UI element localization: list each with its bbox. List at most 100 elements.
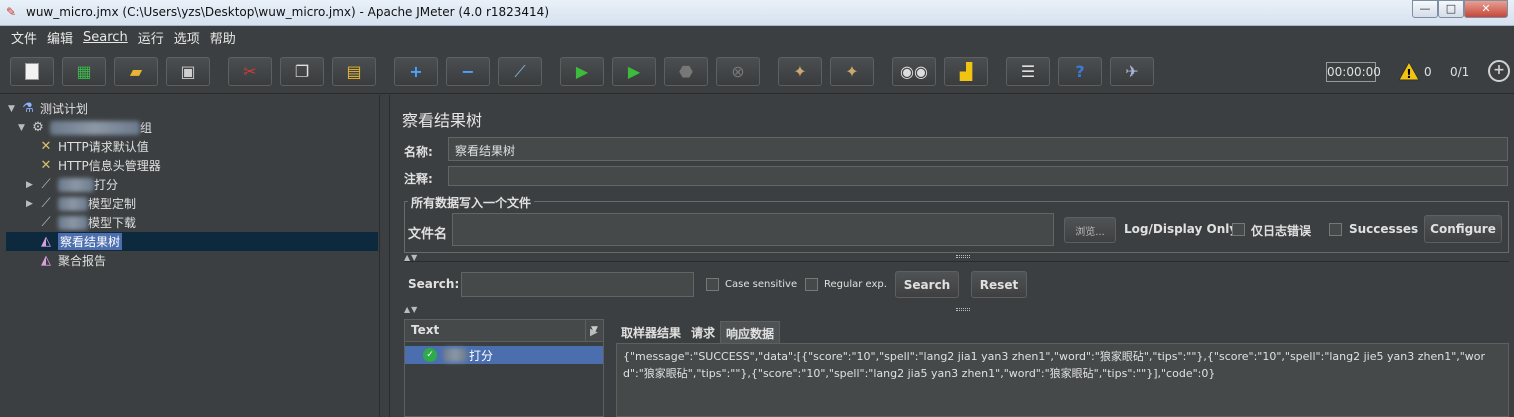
menu-run[interactable]: 运行 <box>133 28 169 47</box>
menu-search[interactable]: Search <box>78 30 133 45</box>
wrench-icon: ✕ <box>40 157 52 173</box>
reset-search-button[interactable]: ▟ <box>944 57 988 86</box>
tree-node-thread-group[interactable]: ▼ ⚙ 组 <box>18 118 152 137</box>
search-button-toolbar[interactable]: ◉◉ <box>892 57 936 86</box>
shutdown-button[interactable]: ⊗ <box>716 57 760 86</box>
active-threads: 0/1 <box>1450 65 1470 79</box>
menu-edit[interactable]: 编辑 <box>42 28 78 47</box>
test-plan-tree: ▼ ⚗ 测试计划 ▼ ⚙ 组 ✕ HTTP请求默认值 ✕ HTTP信息头管理器 … <box>0 95 380 417</box>
svg-text:!: ! <box>1406 67 1411 81</box>
redacted-text <box>58 215 88 230</box>
tree-node-sampler-model-download[interactable]: ⟋ 模型下载 <box>38 213 136 232</box>
collapse-left-icon[interactable]: ▶ <box>590 327 598 338</box>
tree-node-sampler-score[interactable]: ▶ ⟋ 打分 <box>26 175 118 194</box>
tab-sampler-result[interactable]: 取样器结果 <box>616 321 686 343</box>
function-helper-button[interactable]: ☰ <box>1006 57 1050 86</box>
resize-handle-icon[interactable] <box>956 255 970 258</box>
jmeter-feather-icon: ✎ <box>6 5 17 19</box>
collapsed-arrow-icon[interactable]: ▶ <box>26 180 38 190</box>
warning-icon[interactable]: ! <box>1398 60 1420 82</box>
sample-results-list: Text ▼ ✓ 打分 <box>404 319 604 417</box>
toggle-button[interactable]: ⟋ <box>498 57 542 86</box>
expand-arrow-icon[interactable]: ▼ <box>8 104 20 114</box>
start-button[interactable]: ▶ <box>560 57 604 86</box>
renderer-value: Text <box>411 323 440 337</box>
tree-node-http-defaults[interactable]: ✕ HTTP请求默认值 <box>38 137 149 156</box>
errors-only-checkbox[interactable] <box>1232 223 1245 236</box>
collapse-all-button[interactable]: − <box>446 57 490 86</box>
name-label: 名称: <box>404 145 433 159</box>
response-data-text[interactable]: {"message":"SUCCESS","data":[{"score":"1… <box>616 343 1509 417</box>
tree-node-test-plan[interactable]: ▼ ⚗ 测试计划 <box>8 99 88 118</box>
clear-all-button[interactable]: ✦ <box>830 57 874 86</box>
cut-button[interactable]: ✂ <box>228 57 272 86</box>
regex-checkbox[interactable] <box>805 278 818 291</box>
clear-button[interactable]: ✦ <box>778 57 822 86</box>
tree-node-sampler-model-custom[interactable]: ▶ ⟋ 模型定制 <box>26 194 136 213</box>
menu-file[interactable]: 文件 <box>6 28 42 47</box>
start-icon: ▶ <box>575 61 589 81</box>
minimize-button[interactable]: — <box>1412 0 1438 18</box>
tab-response-data[interactable]: 响应数据 <box>720 321 781 343</box>
case-sensitive-checkbox[interactable] <box>706 278 719 291</box>
sample-result-row[interactable]: ✓ 打分 <box>405 346 603 364</box>
tab-request[interactable]: 请求 <box>686 321 720 343</box>
tree-node-label: 打分 <box>94 178 119 192</box>
expand-icon: + <box>409 61 423 81</box>
panel-splitter[interactable] <box>381 95 390 417</box>
collapsed-arrow-icon[interactable]: ▶ <box>26 199 38 209</box>
renderer-select[interactable]: Text ▼ <box>405 320 603 342</box>
pipette-icon: ⟋ <box>41 176 51 192</box>
remote-button[interactable]: ✈ <box>1110 57 1154 86</box>
close-button[interactable]: ✕ <box>1464 0 1508 18</box>
tree-node-view-results-tree[interactable]: ◭ 察看结果树 <box>6 232 378 251</box>
name-field[interactable]: 察看结果树 <box>448 137 1508 161</box>
window-title: wuw_micro.jmx (C:\Users\yzs\Desktop\wuw_… <box>26 5 549 19</box>
browse-button[interactable]: 浏览... <box>1064 217 1116 243</box>
file-name-field[interactable] <box>452 213 1054 246</box>
warning-count: 0 <box>1424 65 1432 79</box>
copy-button[interactable]: ❐ <box>280 57 324 86</box>
shutdown-icon: ⊗ <box>731 61 745 81</box>
search-icon: ◉◉ <box>900 61 928 81</box>
new-button[interactable] <box>10 57 54 86</box>
stop-button[interactable]: ⬣ <box>664 57 708 86</box>
paste-icon: ▤ <box>346 61 362 81</box>
start-no-pauses-button[interactable]: ▶ <box>612 57 656 86</box>
write-to-file-legend: 所有数据写入一个文件 <box>408 194 535 211</box>
resize-handle-icon[interactable] <box>956 308 970 311</box>
tree-node-label: HTTP请求默认值 <box>58 140 149 154</box>
maximize-button[interactable]: □ <box>1438 0 1464 18</box>
help-button[interactable]: ? <box>1058 57 1102 86</box>
successes-checkbox[interactable] <box>1329 223 1342 236</box>
collapse-arrows-icon[interactable]: ▲▼ <box>404 305 418 314</box>
templates-button[interactable]: ▦ <box>62 57 106 86</box>
menu-help[interactable]: 帮助 <box>205 28 241 47</box>
search-button[interactable]: Search <box>895 271 959 298</box>
chart-icon: ◭ <box>41 233 51 249</box>
stop-icon: ⬣ <box>679 61 693 81</box>
expand-arrow-icon[interactable]: ▼ <box>18 123 30 133</box>
comment-field[interactable] <box>448 166 1508 186</box>
paste-button[interactable]: ▤ <box>332 57 376 86</box>
remote-start-all-icon[interactable]: + <box>1488 60 1510 82</box>
tree-node-header-manager[interactable]: ✕ HTTP信息头管理器 <box>38 156 161 175</box>
reset-button[interactable]: Reset <box>971 271 1027 298</box>
open-button[interactable]: ▰ <box>114 57 158 86</box>
redacted-text <box>58 177 94 192</box>
errors-only-label: 仅日志错误 <box>1251 224 1312 238</box>
chart-icon: ◭ <box>41 252 51 268</box>
templates-icon: ▦ <box>76 61 92 81</box>
menu-options[interactable]: 选项 <box>169 28 205 47</box>
pipette-icon: ⟋ <box>41 214 51 230</box>
sample-label: 打分 <box>469 348 494 363</box>
clear-icon: ✦ <box>793 61 807 81</box>
expand-all-button[interactable]: + <box>394 57 438 86</box>
open-icon: ▰ <box>129 61 143 81</box>
search-input[interactable] <box>461 272 694 297</box>
elapsed-timer: 00:00:00 <box>1326 62 1381 82</box>
tree-node-aggregate-report[interactable]: ◭ 聚合报告 <box>38 251 106 270</box>
panel-title: 察看结果树 <box>402 111 483 130</box>
configure-button[interactable]: Configure <box>1424 215 1502 243</box>
save-button[interactable]: ▣ <box>166 57 210 86</box>
